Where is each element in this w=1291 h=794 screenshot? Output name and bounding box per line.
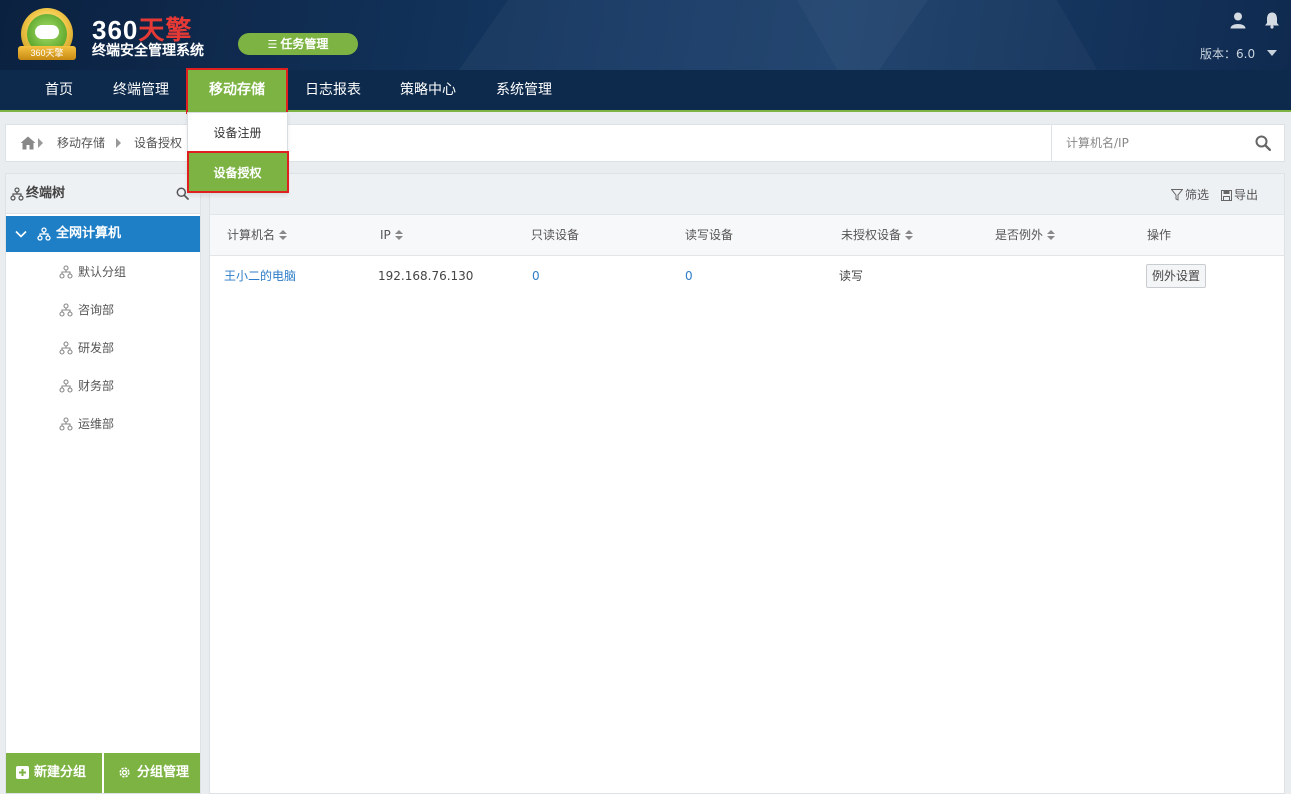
- task-management-button[interactable]: ☰ 任务管理: [238, 33, 358, 55]
- device-authorization-panel: 筛选 导出 计算机名 IP 只读设备 读写设备 未授权设备 是否例外 操作 王小…: [209, 173, 1285, 794]
- cell-readonly-count-link[interactable]: 0: [532, 256, 540, 296]
- sort-icon[interactable]: [394, 230, 403, 240]
- sidebar-footer: 新建分组 分组管理: [6, 753, 200, 793]
- cell-unauthorized: 读写: [839, 269, 864, 283]
- cell-ip: 192.168.76.130: [378, 269, 474, 283]
- search-icon[interactable]: [1255, 135, 1271, 151]
- new-group-button[interactable]: 新建分组: [6, 753, 102, 793]
- column-header-unauthorized[interactable]: 未授权设备: [841, 215, 914, 255]
- tree-node-consulting[interactable]: 咨询部: [6, 291, 200, 329]
- tree-node-label: 财务部: [78, 379, 115, 393]
- main-nav: 首页 终端管理 移动存储 日志报表 策略中心 系统管理: [0, 70, 1291, 112]
- breadcrumb-separator-icon: [38, 138, 43, 148]
- table-toolbar: 筛选 导出: [210, 174, 1284, 214]
- terminal-tree-panel: 终端树 全网计算机 默认分组 咨询部 研发部 财务部 运维部 新建分组 分组管理: [5, 173, 201, 794]
- org-tree-icon: [10, 187, 24, 201]
- logo-badge-icon: 360天擎: [18, 8, 76, 64]
- sidebar-title: 终端树: [26, 186, 66, 201]
- table-row: 王小二的电脑 192.168.76.130 0 0 读写 例外设置: [210, 256, 1284, 296]
- org-tree-icon: [59, 341, 73, 355]
- user-icon[interactable]: [1229, 11, 1247, 29]
- gear-icon: [119, 767, 130, 778]
- nav-item-log-report[interactable]: 日志报表: [294, 70, 372, 110]
- tree-node-rnd[interactable]: 研发部: [6, 329, 200, 367]
- logo-badge-text: 360天擎: [18, 46, 76, 60]
- chevron-down-icon[interactable]: [1267, 50, 1277, 56]
- home-icon[interactable]: [20, 136, 36, 150]
- nav-dropdown-menu: 设备注册 设备授权: [187, 112, 288, 194]
- column-header-ip[interactable]: IP: [380, 215, 403, 255]
- dropdown-item-device-register[interactable]: 设备注册: [188, 113, 287, 153]
- org-tree-icon: [59, 417, 73, 431]
- search-box: [1051, 125, 1285, 161]
- cell-computer-name-link[interactable]: 王小二的电脑: [224, 256, 296, 296]
- plus-square-icon: [16, 766, 29, 779]
- sort-icon[interactable]: [1047, 230, 1056, 240]
- column-header-readonly: 只读设备: [531, 228, 580, 242]
- tree-node-label: 咨询部: [78, 303, 115, 317]
- cell-readwrite-count-link[interactable]: 0: [685, 256, 693, 296]
- app-header: 360天擎 360天擎 终端安全管理系统 ☰ 任务管理 版本：6.0: [0, 0, 1291, 70]
- nav-item-policy-center[interactable]: 策略中心: [388, 70, 468, 110]
- tree-node-ops[interactable]: 运维部: [6, 405, 200, 443]
- tree-node-label: 运维部: [78, 417, 115, 431]
- column-header-readwrite: 读写设备: [685, 228, 734, 242]
- tree-node-label: 研发部: [78, 341, 115, 355]
- org-tree-icon: [59, 303, 73, 317]
- tree-node-default-group[interactable]: 默认分组: [6, 253, 200, 291]
- sort-icon[interactable]: [905, 230, 914, 240]
- chevron-down-icon[interactable]: [14, 227, 28, 241]
- breadcrumb-separator-icon: [116, 138, 121, 148]
- filter-button[interactable]: 筛选: [1170, 174, 1209, 216]
- export-button[interactable]: 导出: [1221, 174, 1258, 216]
- breadcrumb-item-removable-storage[interactable]: 移动存储: [57, 125, 105, 161]
- column-header-exception[interactable]: 是否例外: [995, 215, 1056, 255]
- org-tree-icon: [37, 227, 51, 241]
- sort-icon[interactable]: [279, 230, 288, 240]
- save-icon: [1221, 190, 1232, 201]
- bell-icon[interactable]: [1263, 11, 1281, 29]
- version-label: 版本：6.0: [1200, 47, 1256, 61]
- tree-node-finance[interactable]: 财务部: [6, 367, 200, 405]
- table-header: 计算机名 IP 只读设备 读写设备 未授权设备 是否例外 操作: [210, 214, 1284, 256]
- tree-node-label: 默认分组: [78, 265, 127, 279]
- dropdown-item-device-authorization[interactable]: 设备授权: [188, 153, 287, 193]
- nav-item-removable-storage[interactable]: 移动存储: [187, 70, 287, 110]
- exception-settings-button[interactable]: 例外设置: [1146, 264, 1206, 288]
- filter-icon: [1170, 189, 1184, 201]
- sidebar-header: 终端树: [6, 174, 200, 214]
- column-header-action: 操作: [1147, 228, 1172, 242]
- org-tree-icon: [59, 379, 73, 393]
- breadcrumb-item-device-authorization: 设备授权: [134, 136, 183, 150]
- search-input[interactable]: [1052, 125, 1242, 161]
- org-tree-icon: [59, 265, 73, 279]
- logo-subtitle: 终端安全管理系统: [92, 42, 204, 58]
- nav-item-system[interactable]: 系统管理: [484, 70, 564, 110]
- column-header-computer-name[interactable]: 计算机名: [227, 215, 288, 255]
- task-list-icon: ☰: [267, 38, 278, 51]
- nav-item-terminal[interactable]: 终端管理: [100, 70, 182, 110]
- nav-item-home[interactable]: 首页: [30, 70, 88, 110]
- tree-root-all-computers[interactable]: 全网计算机: [6, 216, 200, 252]
- manage-group-button[interactable]: 分组管理: [104, 753, 200, 793]
- tree-root-label: 全网计算机: [56, 226, 122, 241]
